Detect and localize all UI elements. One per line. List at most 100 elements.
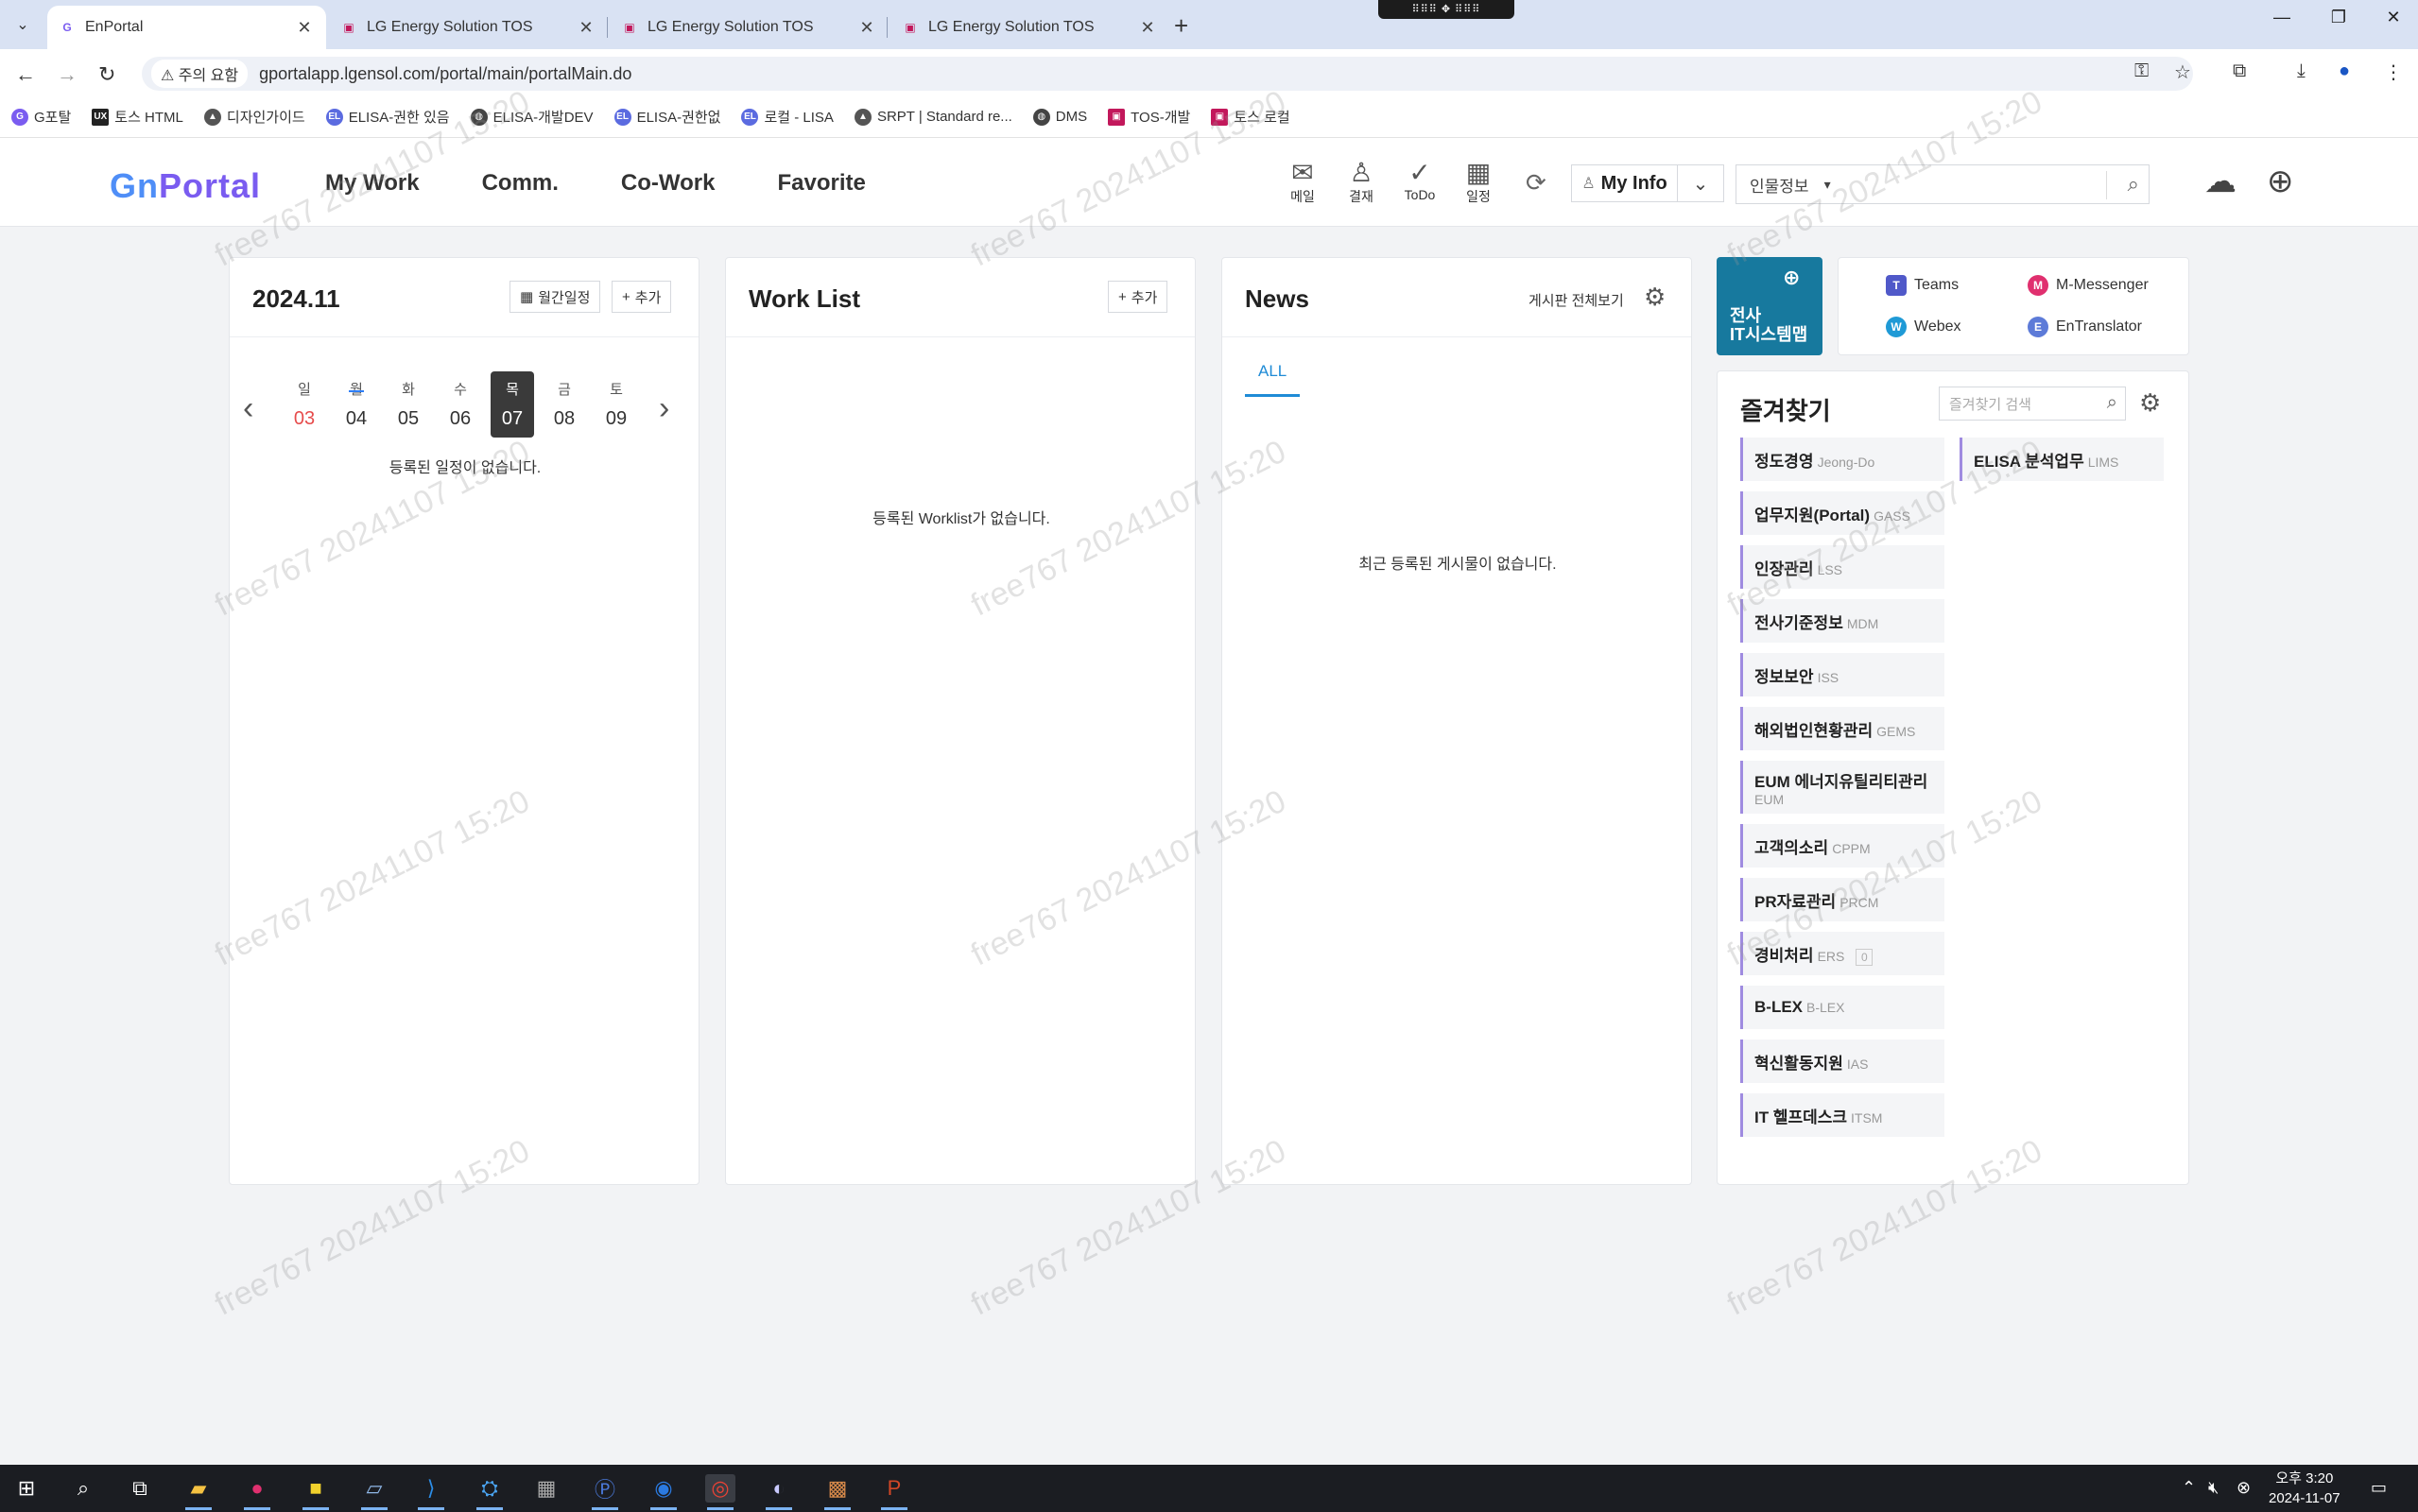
eclipse-icon[interactable]: ◐ [764,1474,794,1510]
bookmark-item[interactable]: UX 토스 HTML [92,107,183,127]
favorite-item[interactable]: 정도경영 Jeong-Do [1740,438,1944,481]
my-info-button[interactable]: ♙ My Info [1571,164,1677,202]
sticky-notes-icon[interactable]: ■ [301,1474,331,1510]
remote-tool-icon[interactable]: ⛭ [475,1474,505,1510]
favorite-item[interactable]: 전사기준정보 MDM [1740,599,1944,643]
refresh-icon[interactable]: ⟳ [1526,168,1546,198]
entranslator-link[interactable]: E EnTranslator [2028,317,2142,337]
close-tab-icon[interactable]: ✕ [856,18,877,38]
reload-icon[interactable]: ↻ [98,62,115,87]
news-tab-all[interactable]: ALL [1245,362,1301,397]
profile-icon[interactable]: ● [2339,60,2350,82]
bookmark-item[interactable]: ◍ ELISA-개발DEV [470,107,594,127]
bookmark-item[interactable]: EL ELISA-권한 있음 [325,107,450,127]
extensions-icon[interactable]: ⧉ [2233,60,2246,82]
it-system-map-button[interactable]: ⊕ 전사 IT시스템맵 [1717,257,1822,355]
bookmark-item[interactable]: ◍ DMS [1032,108,1087,126]
enportal-logo[interactable]: GnPortal [110,166,261,206]
day-sat[interactable]: 토 09 [595,371,638,438]
volume-muted-icon[interactable]: 🔇︎ [2208,1478,2219,1498]
favorite-item[interactable]: 해외법인현황관리 GEMS [1740,707,1944,750]
powerpoint-icon[interactable]: P [879,1474,909,1510]
globe-icon[interactable]: ⊕ [2267,163,2294,200]
close-window-icon[interactable]: ✕ [2365,8,2418,27]
todo-button[interactable]: ✓ ToDo [1403,159,1437,206]
task-view-icon[interactable]: ⧉ [125,1474,155,1503]
search-category-select[interactable]: 인물정보 [1750,173,1809,197]
approval-button[interactable]: ♙ 결재 [1344,159,1378,206]
next-week-icon[interactable]: › [659,390,669,427]
remote-keyboard-badge[interactable]: ⠿⠿⠿ ✥ ⠿⠿⠿ [1378,0,1514,19]
back-icon[interactable]: ← [15,62,36,87]
favorite-item[interactable]: 정보보안 ISS [1740,653,1944,696]
day-sun[interactable]: 일 03 [283,371,326,438]
monthly-schedule-button[interactable]: ▦ 월간일정 [510,281,601,313]
bookmark-star-icon[interactable]: ☆ [2174,60,2191,84]
notification-icon[interactable]: ▭ [2371,1478,2387,1498]
restore-icon[interactable]: ❐ [2310,8,2367,27]
search-icon[interactable]: ⌕ [2107,392,2117,414]
location-app-icon[interactable]: ◉ [648,1474,679,1510]
cloud-upload-icon[interactable]: ☁ [2204,163,2237,200]
nav-favorite[interactable]: Favorite [777,170,865,197]
windows-start-icon[interactable]: ⊞ [11,1474,42,1503]
news-settings-gear-icon[interactable]: ⚙ [1644,283,1666,312]
bookmark-item[interactable]: EL ELISA-권한없 [613,107,720,127]
file-explorer-icon[interactable]: ▰ [183,1474,214,1510]
favorite-item[interactable]: 혁신활동지원 IAS [1740,1040,1944,1083]
url-text[interactable]: gportalapp.lgensol.com/portal/main/porta… [259,64,631,84]
favorite-item[interactable]: 인장관리 LSS [1740,545,1944,589]
close-tab-icon[interactable]: ✕ [1137,18,1158,38]
nav-my-work[interactable]: My Work [325,170,420,197]
chrome-icon[interactable]: ◎ [705,1474,735,1510]
search-icon[interactable]: ⌕ [2128,172,2139,197]
bookmark-item[interactable]: ▣ TOS-개발 [1108,107,1190,127]
mail-button[interactable]: ✉ 메일 [1286,159,1320,206]
browser-menu-icon[interactable]: ⋮ [2384,60,2403,84]
prev-week-icon[interactable]: ‹ [243,390,253,427]
calculator-icon[interactable]: ▦ [531,1474,561,1503]
nav-co-work[interactable]: Co-Work [621,170,716,197]
schedule-button[interactable]: ▦ 일정 [1461,159,1495,206]
bookmark-item[interactable]: EL 로컬 - LISA [741,107,834,127]
tab-tos-2[interactable]: ▣ LG Energy Solution TOS ✕ [610,6,889,49]
p-app-icon[interactable]: Ⓟ [590,1474,620,1510]
day-mon[interactable]: 월 04 [335,371,378,438]
bookmark-item[interactable]: ▲ 디자인가이드 [203,107,305,127]
notepad-icon[interactable]: ▱ [359,1474,389,1510]
bookmark-item[interactable]: ▣ 토스 로컬 [1211,107,1290,127]
favorite-item[interactable]: 경비처리 ERS 0 [1740,932,1944,975]
close-tab-icon[interactable]: ✕ [294,18,315,38]
day-fri[interactable]: 금 08 [543,371,586,438]
favorite-item[interactable]: IT 헬프데스크 ITSM [1740,1093,1944,1137]
my-info-dropdown[interactable]: ⌄ [1677,164,1724,202]
favorites-search-input[interactable]: 즐겨찾기 검색 ⌕ [1939,387,2126,421]
day-tue[interactable]: 화 05 [387,371,430,438]
tray-chevron-up-icon[interactable]: ⌃ [2182,1478,2196,1498]
favorite-item[interactable]: PR자료관리 PRCM [1740,878,1944,921]
favorite-item[interactable]: 고객의소리 CPPM [1740,824,1944,868]
day-wed[interactable]: 수 06 [439,371,482,438]
people-search-input[interactable]: 인물정보 ▾ ⌕ [1736,164,2150,204]
close-tab-icon[interactable]: ✕ [576,18,596,38]
security-warning-chip[interactable]: ⚠ 주의 요함 [151,60,249,88]
forward-icon[interactable]: → [57,62,78,87]
favorites-settings-gear-icon[interactable]: ⚙ [2139,388,2161,418]
add-schedule-button[interactable]: + 추가 [612,281,672,313]
omnibox[interactable]: ⚠ 주의 요함 gportalapp.lgensol.com/portal/ma… [142,57,2193,91]
tab-tos-1[interactable]: ▣ LG Energy Solution TOS ✕ [329,6,608,49]
search-icon[interactable]: ⌕ [68,1474,98,1503]
add-worklist-button[interactable]: + 추가 [1108,281,1168,313]
download-icon[interactable]: ⤓ [2297,60,2306,82]
vscode-icon[interactable]: ⟩ [416,1474,446,1510]
tab-enportal[interactable]: G EnPortal ✕ [47,6,326,49]
webex-link[interactable]: W Webex [1886,317,1961,337]
tab-tos-3[interactable]: ▣ LG Energy Solution TOS ✕ [890,6,1169,49]
favorite-item[interactable]: EUM 에너지유틸리티관리 EUM [1740,761,1944,814]
new-tab-button[interactable]: + [1174,11,1188,41]
day-thu-today[interactable]: 목 07 [491,371,534,438]
password-key-icon[interactable]: ⚿ [2134,60,2149,82]
game-app-icon[interactable]: ▩ [822,1474,853,1510]
network-disconnected-icon[interactable]: ⊗ [2237,1478,2251,1498]
tab-search-chevron-icon[interactable]: ⌄ [9,11,36,38]
